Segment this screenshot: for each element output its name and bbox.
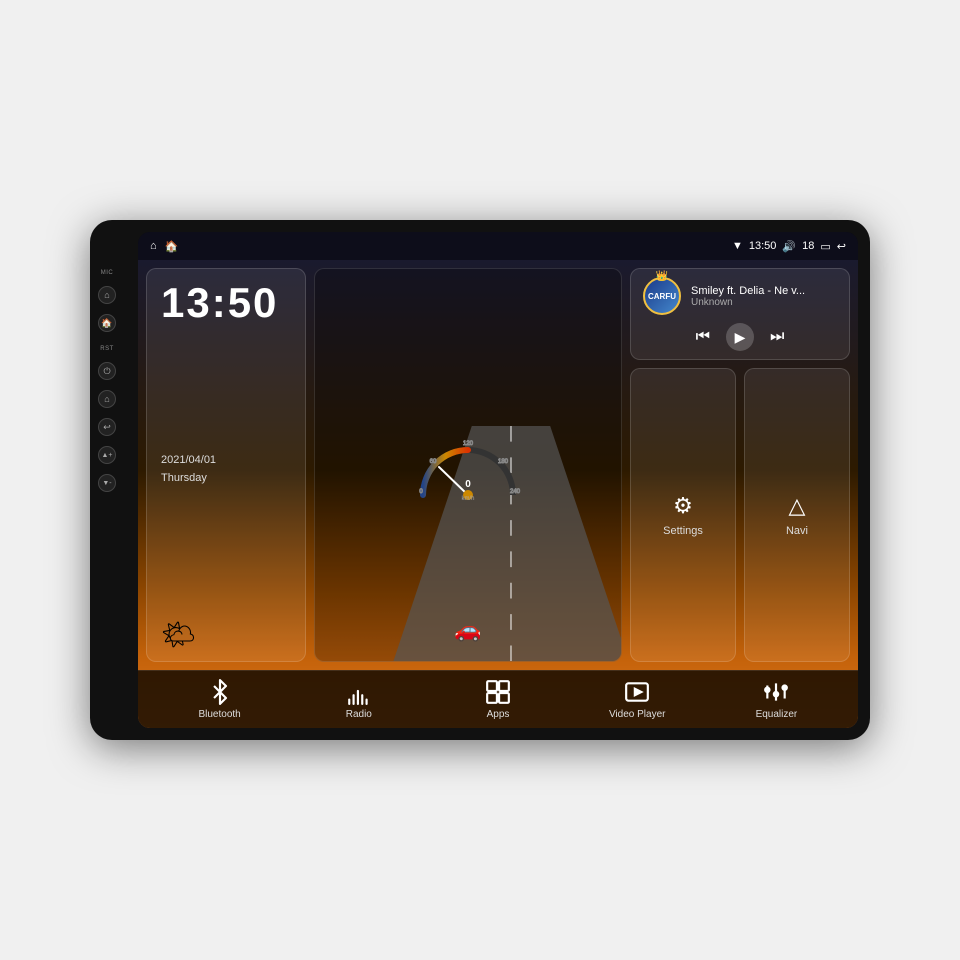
status-right: ▼ 13:50 🔊 18 ▭ ↩ xyxy=(732,240,846,253)
navi-label: Navi xyxy=(786,525,808,537)
bluetooth-icon xyxy=(207,679,233,705)
right-panel: 👑 CARFU Smiley ft. Delia - Ne v... Unkno… xyxy=(630,268,850,662)
svg-text:180: 180 xyxy=(498,459,509,465)
play-btn[interactable]: ▶ xyxy=(726,323,754,351)
home-icon[interactable]: ⌂ xyxy=(150,240,157,252)
back-nav-icon[interactable]: ↩ xyxy=(837,240,846,253)
apps-label: Apps xyxy=(487,709,510,720)
home-side-btn[interactable]: ⌂ xyxy=(98,286,116,304)
radio-icon xyxy=(346,679,372,705)
video-icon xyxy=(624,679,650,705)
equalizer-icon xyxy=(763,679,789,705)
svg-text:0: 0 xyxy=(465,479,471,490)
next-btn[interactable]: ⏭ xyxy=(770,328,784,346)
side-buttons: MIC ⌂ 🏠 RST ⏻ ⌂ ↩ ▲+ ▼- xyxy=(98,270,116,492)
main-content: 13:50 2021/04/01 Thursday 🌤 xyxy=(138,260,858,728)
back-btn[interactable]: ↩ xyxy=(98,418,116,436)
video-btn[interactable]: Video Player xyxy=(568,679,707,720)
launcher-icon[interactable]: 🏠 xyxy=(165,240,179,253)
speedometer-widget: 0 60 120 180 240 0 km/h xyxy=(314,268,622,662)
svg-text:km/h: km/h xyxy=(461,496,474,502)
status-time: 13:50 xyxy=(749,240,777,252)
music-info: Smiley ft. Delia - Ne v... Unknown xyxy=(691,285,837,308)
navi-icon: △ xyxy=(789,493,806,519)
bluetooth-label: Bluetooth xyxy=(198,709,240,720)
status-bar: ⌂ 🏠 ▼ 13:50 🔊 18 ▭ ↩ xyxy=(138,232,858,260)
home2-side-btn[interactable]: 🏠 xyxy=(98,314,116,332)
bottom-bar: Bluetooth Radio xyxy=(138,670,858,728)
radio-btn[interactable]: Radio xyxy=(289,679,428,720)
radio-label: Radio xyxy=(346,709,372,720)
wifi-icon: ▼ xyxy=(732,240,743,252)
shortcuts-row: ⚙ Settings △ Navi xyxy=(630,368,850,662)
svg-text:240: 240 xyxy=(510,489,521,495)
video-label: Video Player xyxy=(609,709,666,720)
settings-icon: ⚙ xyxy=(673,493,693,519)
settings-label: Settings xyxy=(663,525,703,537)
power-btn[interactable]: ⏻ xyxy=(98,362,116,380)
music-info-row: 👑 CARFU Smiley ft. Delia - Ne v... Unkno… xyxy=(643,277,837,315)
bluetooth-btn[interactable]: Bluetooth xyxy=(150,679,289,720)
screen: ⌂ 🏠 ▼ 13:50 🔊 18 ▭ ↩ 13:50 2021/04/01 xyxy=(138,232,858,728)
clock-widget: 13:50 2021/04/01 Thursday 🌤 xyxy=(146,268,306,662)
svg-text:60: 60 xyxy=(430,459,437,465)
vol-up-btn[interactable]: ▲+ xyxy=(98,446,116,464)
equalizer-label: Equalizer xyxy=(756,709,798,720)
clock-date: 2021/04/01 Thursday xyxy=(161,452,291,487)
weather-icon: 🌤 xyxy=(161,618,291,651)
battery-icon: ▭ xyxy=(820,240,830,253)
music-logo: 👑 CARFU xyxy=(643,277,681,315)
music-controls: ⏮ ▶ ⏭ xyxy=(643,323,837,351)
volume-level: 18 xyxy=(802,240,814,252)
car-icon: 🚗 xyxy=(454,617,481,643)
rst-label: RST xyxy=(100,346,114,352)
home-btn[interactable]: ⌂ xyxy=(98,390,116,408)
music-title: Smiley ft. Delia - Ne v... xyxy=(691,285,837,297)
apps-icon xyxy=(485,679,511,705)
navi-btn[interactable]: △ Navi xyxy=(744,368,850,662)
music-artist: Unknown xyxy=(691,297,837,308)
apps-btn[interactable]: Apps xyxy=(428,679,567,720)
music-widget[interactable]: 👑 CARFU Smiley ft. Delia - Ne v... Unkno… xyxy=(630,268,850,360)
volume-icon: 🔊 xyxy=(782,240,796,253)
prev-btn[interactable]: ⏮ xyxy=(696,328,710,346)
equalizer-btn[interactable]: Equalizer xyxy=(707,679,846,720)
device: MIC ⌂ 🏠 RST ⏻ ⌂ ↩ ▲+ ▼- ⌂ 🏠 ▼ 13:50 🔊 18… xyxy=(90,220,870,740)
vol-down-btn[interactable]: ▼- xyxy=(98,474,116,492)
status-left: ⌂ 🏠 xyxy=(150,240,178,253)
mic-label: MIC xyxy=(101,270,114,276)
settings-btn[interactable]: ⚙ Settings xyxy=(630,368,736,662)
clock-time: 13:50 xyxy=(161,279,291,327)
crown-icon: 👑 xyxy=(656,271,668,282)
svg-text:120: 120 xyxy=(463,441,474,447)
widgets-area: 13:50 2021/04/01 Thursday 🌤 xyxy=(138,260,858,670)
